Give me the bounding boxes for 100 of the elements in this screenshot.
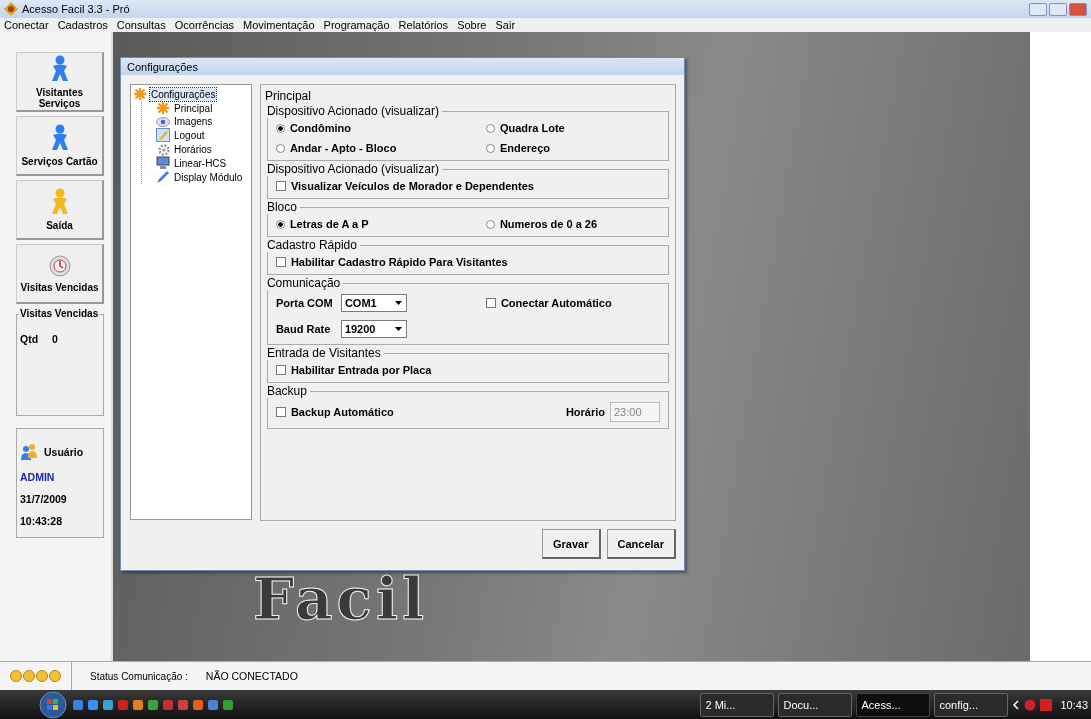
qtd-value: 0 [52,333,58,345]
wallpaper-logo: Facil [253,565,428,633]
quick-launch-icon[interactable] [207,698,219,711]
tree-item[interactable]: Display Módulo [173,170,244,184]
tree-item[interactable]: Linear-HCS [173,156,228,170]
dialog-button[interactable]: Cancelar [606,529,676,559]
checkbox[interactable] [485,298,496,308]
radio-button[interactable] [485,123,495,133]
group-title: Cadastro Rápido [266,238,360,252]
section-title: Principal [264,89,312,103]
taskbar-button[interactable]: Acess... [856,692,931,717]
sidebar-button[interactable]: Visitantes Serviços [16,52,104,112]
quick-launch-icon[interactable] [72,698,84,711]
tree-item[interactable]: Horários [173,142,213,156]
radio-label: Quadra Lote [499,122,565,134]
dropdown-arrow-icon [395,301,403,305]
checkbox[interactable] [275,257,286,267]
chevron-left-icon[interactable] [1012,699,1021,710]
quick-launch-icon[interactable] [192,698,204,711]
minimize-button[interactable] [1029,2,1047,16]
window-title: Acesso Facil 3.3 - Pró [22,3,131,15]
radio-button[interactable] [485,143,495,153]
quick-launch-icon[interactable] [162,698,174,711]
radio-button[interactable] [275,123,285,133]
menu-item[interactable]: Ocorrências [174,19,234,31]
tree-item[interactable]: Configurações [150,87,217,101]
taskbar-button[interactable]: 2 Mi... [700,692,775,717]
field-label: Porta COM [275,297,334,309]
group-title: Dispositivo Acionado (visualizar) [266,104,442,118]
app-logo-icon [4,2,18,16]
status-label: Status Comunicação : [90,670,188,682]
quick-launch-icon[interactable] [177,698,189,711]
group-title: Backup [266,384,310,398]
tree-item[interactable]: Principal [173,101,214,115]
qtd-label: Qtd [20,333,39,345]
menu-item[interactable]: Conectar [4,19,49,31]
dropdown[interactable]: 19200 [340,320,407,338]
taskbar-button[interactable]: Docu... [778,692,853,717]
radio-label: Endereço [499,142,550,154]
quick-launch-icon[interactable] [147,698,159,711]
status-value: NÃO CONECTADO [205,670,298,682]
menu-item[interactable]: Sair [495,19,516,31]
sidebar-button[interactable]: Visitas Vencidas [16,244,104,304]
pencil-icon [156,128,170,142]
tray-app-icon[interactable] [1040,698,1053,711]
dialog-button[interactable]: Gravar [542,529,601,559]
dropdown[interactable]: COM1 [340,294,407,312]
status-lights-icon [10,670,62,682]
menu-item[interactable]: Relatórios [398,19,449,31]
radio-label: Numeros de 0 a 26 [499,218,598,230]
gear-icon [156,142,170,156]
asterisk-icon [156,101,170,115]
group-title: Dispositivo Acionado (visualizar) [266,162,442,176]
menu-item[interactable]: Sobre [457,19,487,31]
quick-launch-icon[interactable] [87,698,99,711]
group-title: Comunicação [266,276,344,290]
sidebar-button[interactable]: Saída [16,180,104,240]
date-text: 31/7/2009 [20,493,68,505]
panel-title: Visitas Vencidas [19,308,100,319]
user-title: Usuário [44,446,84,458]
taskbar-button[interactable]: config... [934,692,1009,717]
radio-label: Andar - Apto - Bloco [289,142,397,154]
menu-item[interactable]: Movimentação [243,19,315,31]
radio-button[interactable] [275,143,285,153]
tree-item[interactable]: Imagens [173,115,214,128]
menu-item[interactable]: Consultas [116,19,166,31]
checkbox[interactable] [275,181,286,191]
quick-launch-icon[interactable] [132,698,144,711]
checkbox-label: Habilitar Cadastro Rápido Para Visitantes [290,256,508,268]
radio-label: Condômino [289,122,351,134]
close-button[interactable] [1069,2,1087,16]
users-icon [20,443,38,461]
clock: 10:43 [1059,698,1089,711]
field-label: Baud Rate [275,323,332,335]
menu-item[interactable]: Programação [323,19,390,31]
quick-launch-icon[interactable] [117,698,129,711]
clock-icon [47,254,72,278]
checkbox-label: Visualizar Veículos de Morador e Dependentes [290,180,534,192]
checkbox-label: Backup Automático [290,406,394,418]
group-title: Bloco [266,200,300,214]
monitor-icon [156,156,170,170]
menu-item[interactable]: Cadastros [57,19,108,31]
radio-button[interactable] [485,219,495,229]
radio-button[interactable] [275,219,285,229]
checkbox[interactable] [275,407,286,417]
pen-icon [156,170,170,184]
quick-launch-icon[interactable] [102,698,114,711]
asterisk-icon [133,87,147,101]
tree-item[interactable]: Logout [173,128,206,142]
time-text: 10:43:28 [20,515,64,527]
maximize-button[interactable] [1049,2,1067,16]
quick-launch-icon[interactable] [222,698,234,711]
dialog-title: Configurações [121,58,684,75]
checkbox[interactable] [275,365,286,375]
field-label: Horário [565,406,605,418]
radio-label: Letras de A a P [289,218,369,230]
eye-icon [156,116,170,127]
start-button[interactable] [38,690,68,719]
checkbox-label: Conectar Automático [500,297,612,309]
sidebar-button[interactable]: Serviços Cartão [16,116,104,176]
